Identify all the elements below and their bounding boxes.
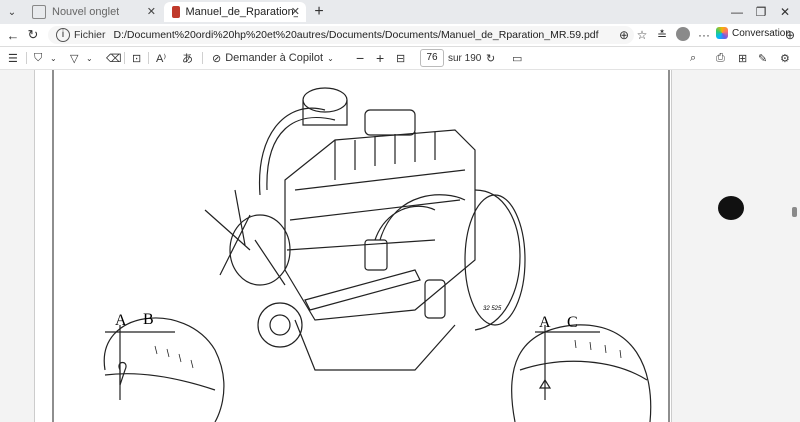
copilot-icon: ⊘ bbox=[212, 52, 222, 65]
ask-copilot-label: Demander à Copilot bbox=[225, 52, 324, 64]
refresh-icon[interactable]: ↻ bbox=[24, 26, 42, 44]
divider bbox=[202, 52, 203, 64]
tab-label: Nouvel onglet bbox=[52, 6, 120, 18]
page-icon bbox=[32, 5, 46, 19]
zoom-out-button[interactable]: − bbox=[356, 50, 364, 66]
draw-icon[interactable]: ▽ bbox=[70, 50, 78, 66]
add-icon[interactable]: ⊕ bbox=[782, 27, 798, 43]
tab-pdf[interactable]: Manuel_de_Rparation_MR.59.pdf ✕ bbox=[164, 2, 306, 22]
minimize-icon[interactable]: — bbox=[728, 3, 746, 21]
pdf-file-icon bbox=[172, 6, 180, 18]
engine-illustration: A B A C 32 525 bbox=[52, 70, 670, 422]
search-icon[interactable]: ⌕ bbox=[690, 50, 696, 66]
close-tab-icon[interactable]: ✕ bbox=[291, 5, 300, 18]
more-icon[interactable]: ··· bbox=[696, 27, 712, 43]
label-a-right: A bbox=[539, 314, 551, 331]
page-number-input[interactable]: 76 bbox=[420, 49, 444, 67]
close-window-icon[interactable]: ✕ bbox=[776, 3, 794, 21]
divider bbox=[124, 52, 125, 64]
text-box-icon[interactable]: ⊡ bbox=[132, 50, 141, 66]
copilot-icon bbox=[716, 27, 728, 39]
tab-bar: ⌄ Nouvel onglet ✕ Manuel_de_Rparation_MR… bbox=[0, 0, 800, 24]
pdf-toolbar: ☰ ⛉ ⌄ ▽ ⌄ ⌫ ⊡ A⁾ あ ⊘ Demander à Copilot … bbox=[0, 47, 800, 70]
chevron-down-icon[interactable]: ⌄ bbox=[50, 50, 57, 66]
new-tab-plus-icon[interactable]: + bbox=[310, 3, 328, 21]
url-field[interactable]: i Fichier D:/Document%20ordi%20hp%20et%2… bbox=[48, 26, 634, 44]
star-icon[interactable]: ☆ bbox=[634, 27, 650, 43]
tab-label: Manuel_de_Rparation_MR.59.pdf bbox=[185, 6, 299, 18]
zoom-in-button[interactable]: + bbox=[376, 50, 384, 66]
divider bbox=[148, 52, 149, 64]
pdf-page: A B A C 32 525 bbox=[34, 70, 672, 422]
figure-ref-number: 32 525 bbox=[483, 306, 502, 312]
save-icon[interactable]: ⊞ bbox=[738, 50, 747, 66]
page-total: sur 190 bbox=[448, 52, 482, 64]
chevron-down-icon: ⌄ bbox=[327, 53, 334, 63]
close-tab-icon[interactable]: ✕ bbox=[147, 5, 156, 18]
back-arrow-icon[interactable]: ← bbox=[4, 26, 22, 44]
copilot-conversation-button[interactable]: Conversation bbox=[716, 27, 791, 39]
read-aloud-icon[interactable]: A⁾ bbox=[156, 50, 166, 66]
settings-gear-icon[interactable]: ⚙ bbox=[780, 50, 790, 66]
label-c: C bbox=[567, 314, 578, 331]
chevron-down-icon[interactable]: ⌄ bbox=[86, 50, 93, 66]
eraser-icon[interactable]: ⌫ bbox=[106, 50, 122, 66]
tab-new-tab[interactable]: Nouvel onglet ✕ bbox=[24, 2, 162, 22]
print-icon[interactable]: ⎙ bbox=[716, 50, 725, 66]
url-text: D:/Document%20ordi%20hp%20et%20autres/Do… bbox=[113, 29, 599, 41]
fit-page-icon[interactable]: ⊟ bbox=[396, 50, 405, 66]
translate-icon[interactable]: あ bbox=[182, 50, 193, 66]
avatar[interactable] bbox=[676, 27, 690, 41]
address-bar: ← ↻ i Fichier D:/Document%20ordi%20hp%20… bbox=[0, 24, 800, 47]
annotation-dot bbox=[718, 196, 744, 220]
save-as-icon[interactable]: ✎ bbox=[758, 50, 767, 66]
tab-actions-chevron-icon[interactable]: ⌄ bbox=[4, 4, 20, 20]
vertical-scrollbar[interactable] bbox=[790, 70, 798, 420]
rotate-icon[interactable]: ↻ bbox=[486, 50, 495, 66]
page-view-icon[interactable]: ▭ bbox=[512, 50, 522, 66]
ask-copilot-button[interactable]: ⊘ Demander à Copilot ⌄ bbox=[212, 50, 334, 66]
contents-list-icon[interactable]: ☰ bbox=[8, 50, 18, 66]
info-icon[interactable]: i bbox=[56, 28, 70, 42]
divider bbox=[26, 52, 27, 64]
scrollbar-thumb[interactable] bbox=[792, 207, 797, 217]
pdf-viewer[interactable]: A B A C 32 525 bbox=[0, 70, 800, 422]
highlight-icon[interactable]: ⛉ bbox=[34, 50, 42, 66]
restore-icon[interactable]: ❐ bbox=[752, 3, 770, 21]
label-b: B bbox=[143, 311, 154, 328]
scheme-label: Fichier bbox=[74, 29, 106, 41]
label-a-left: A bbox=[115, 312, 127, 329]
collections-icon[interactable]: ≛ bbox=[654, 27, 670, 43]
zoom-icon[interactable]: ⊕ bbox=[616, 27, 632, 43]
